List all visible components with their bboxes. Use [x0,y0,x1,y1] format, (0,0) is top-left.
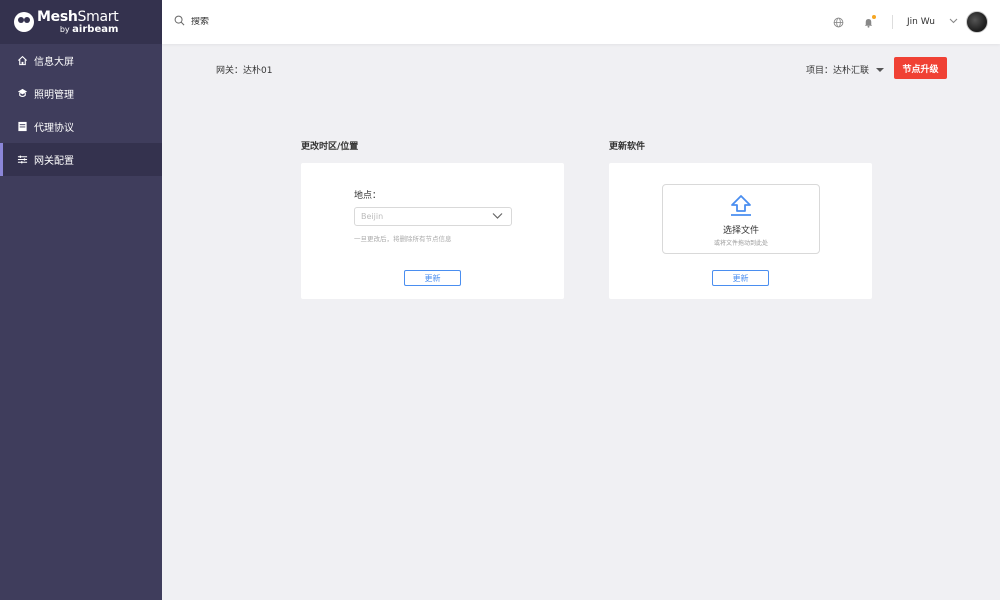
file-dropzone[interactable]: 选择文件 或将文件拖动到此处 [662,184,820,254]
sidebar-item-gateway-config[interactable]: 网关配置 [0,143,162,176]
bell-icon[interactable] [862,15,876,29]
upload-icon [728,194,754,221]
dropzone-title: 选择文件 [722,226,759,236]
sidebar-item-label: 照明管理 [34,90,74,101]
software-section-title: 更新软件 [609,142,646,152]
location-select[interactable]: Beijin [354,207,512,226]
sidebar-item-label: 网关配置 [34,156,74,167]
search-input[interactable] [191,17,391,27]
node-upgrade-button[interactable]: 节点升级 [894,57,947,79]
brand-name-bold: Mesh [37,8,78,25]
chevron-down-icon[interactable] [949,17,958,27]
timezone-update-button[interactable]: 更新 [404,270,461,286]
chevron-down-icon [492,212,503,222]
sliders-icon [16,154,28,166]
software-update-button[interactable]: 更新 [712,270,769,286]
sidebar-item-label: 代理协议 [34,123,74,134]
location-label: 地点： [354,191,382,201]
brand-by: by [59,24,73,34]
home-icon [16,55,28,67]
breadcrumb: 网关：达朴01 [216,66,273,76]
topbar-divider [891,15,893,29]
search-bar [162,15,816,29]
brand-sub: airbeam [72,23,119,35]
sidebar-nav: 信息大屏 照明管理 代理协议 网关配置 [0,44,162,176]
software-card: 选择文件 或将文件拖动到此处 更新 [609,163,872,299]
sidebar-item-lighting[interactable]: 照明管理 [0,77,162,110]
logo-text: MeshSmart by airbeam [37,8,119,35]
location-hint: 一旦更改后，将删除所有节点信息 [354,235,452,243]
project-label: 项目：达朴汇联 [806,66,870,76]
caret-down-icon [876,67,885,72]
lighting-icon [16,88,28,100]
sidebar-item-label: 信息大屏 [34,57,74,68]
brand-logo[interactable]: MeshSmart by airbeam [0,0,162,44]
topbar-actions: Jin Wu [816,11,1000,33]
dropzone-subtitle: 或将文件拖动到此处 [713,240,768,247]
project-selector[interactable]: 项目：达朴汇联 [806,63,885,76]
globe-icon[interactable] [832,15,846,29]
topbar: Jin Wu [162,0,1000,44]
timezone-section-title: 更改时区/位置 [301,142,359,152]
sidebar-item-protocol[interactable]: 代理协议 [0,110,162,143]
brand-name-light: Smart [77,8,119,25]
avatar[interactable] [966,11,988,33]
user-name[interactable]: Jin Wu [907,17,935,27]
document-icon [16,121,28,133]
location-value: Beijin [361,212,384,221]
notification-dot [871,15,876,19]
sidebar-item-dashboard[interactable]: 信息大屏 [0,44,162,77]
logo-icon [14,12,34,32]
sidebar: MeshSmart by airbeam 信息大屏 照明管理 代理协议 网关配置 [0,0,162,600]
timezone-card: 地点： Beijin 一旦更改后，将删除所有节点信息 更新 [301,163,564,299]
search-icon[interactable] [174,15,185,29]
